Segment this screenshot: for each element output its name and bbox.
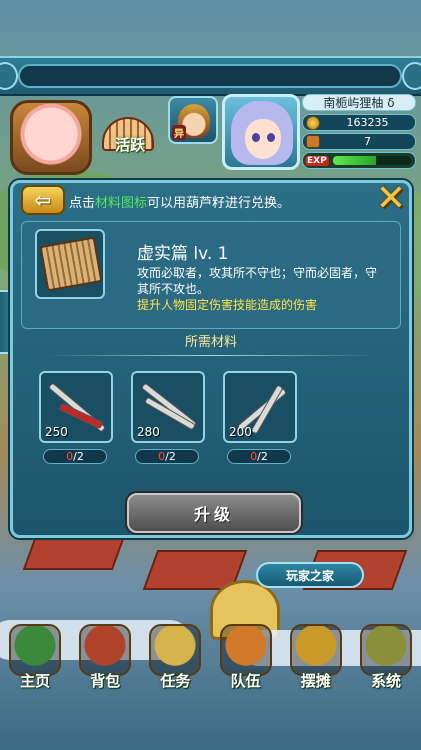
bottom-nav: 主页 背包 任务 队伍 摆摊 系统 <box>0 618 421 698</box>
close-icon: ✕ <box>375 178 407 219</box>
material-qty: 250 <box>45 425 68 439</box>
exp-track <box>332 156 411 165</box>
nav-system[interactable]: 系统 <box>351 618 421 698</box>
material-item[interactable]: 200 0/2 <box>223 371 297 464</box>
top-bar-ornament-right <box>402 62 421 90</box>
upgrade-button[interactable]: 升级 <box>127 493 301 533</box>
nav-stall[interactable]: 摆摊 <box>281 618 351 698</box>
scroll-icon <box>149 624 202 676</box>
avatar-eye-right <box>267 133 275 142</box>
gourd-event-button[interactable] <box>10 100 92 175</box>
exchange-hint: 点击材料图标可以用葫芦籽进行兑换。 <box>69 192 290 211</box>
exp-fill <box>332 156 376 165</box>
top-bar-slot <box>18 64 402 88</box>
nav-label: 主页 <box>20 672 51 690</box>
material-qty: 200 <box>229 425 252 439</box>
material-slot-daggers[interactable]: 200 <box>223 371 297 443</box>
top-bar <box>0 56 421 96</box>
gold-value: 163235 <box>346 116 389 129</box>
top-bar-ornament-left <box>0 62 18 90</box>
material-need: /2 <box>257 450 268 463</box>
exp-bar: EXP <box>302 152 416 169</box>
avatar-face <box>245 119 281 159</box>
dagger-icon <box>238 388 286 431</box>
material-count: 0/2 <box>135 449 199 464</box>
material-count: 0/2 <box>227 449 291 464</box>
nav-label: 任务 <box>160 672 191 690</box>
material-count: 0/2 <box>43 449 107 464</box>
bamboo-scroll-icon <box>39 236 103 292</box>
nav-label: 摆摊 <box>300 672 331 690</box>
back-button[interactable]: ⇦ <box>21 185 65 215</box>
coin-stall-icon <box>289 624 342 676</box>
player-info-panel: 南栀屿狸柚 δ 163235 7 EXP <box>302 92 418 169</box>
bag-row: 7 <box>302 133 416 150</box>
skill-upgrade-dialog: ⇦ 点击材料图标可以用葫芦籽进行兑换。 ✕ 虚实篇 lv. 1 攻而必取者，攻其… <box>10 180 412 538</box>
pet-portrait-button[interactable]: 异 <box>168 96 218 144</box>
material-item[interactable]: 250 0/2 <box>39 371 113 464</box>
avatar-eye-left <box>252 133 260 142</box>
coin-icon <box>306 115 320 130</box>
material-slot-swords[interactable]: 280 <box>131 371 205 443</box>
activity-label: 活跃 <box>114 136 145 154</box>
nav-team[interactable]: 队伍 <box>211 618 281 698</box>
material-need: /2 <box>73 450 84 463</box>
player-avatar[interactable] <box>222 94 300 170</box>
nav-home[interactable]: 主页 <box>0 618 70 698</box>
nav-label: 队伍 <box>230 672 261 690</box>
skill-description: 攻而必取者，攻其所不守也；守而必固者，守其所不攻也。 <box>137 266 378 296</box>
gear-icon <box>359 624 412 676</box>
required-divider <box>46 355 376 356</box>
material-need: /2 <box>165 450 176 463</box>
team-icon <box>219 624 272 676</box>
skill-effect: 提升人物固定伤害技能造成的伤害 <box>137 298 318 312</box>
nav-quest[interactable]: 任务 <box>140 618 210 698</box>
hint-highlight: 材料图标 <box>95 196 148 211</box>
bag-value: 7 <box>364 135 371 148</box>
material-item[interactable]: 280 0/2 <box>131 371 205 464</box>
player-home-button[interactable]: 玩家之家 <box>256 562 364 588</box>
back-arrow-icon: ⇦ <box>34 188 52 212</box>
material-slot-spear[interactable]: 250 <box>39 371 113 443</box>
skill-book-slot[interactable] <box>35 229 105 299</box>
hint-prefix: 点击 <box>69 196 96 211</box>
nav-bag[interactable]: 背包 <box>70 618 140 698</box>
player-name: 南栀屿狸柚 δ <box>302 94 416 111</box>
exp-label: EXP <box>305 155 329 166</box>
chest-icon <box>79 624 132 676</box>
material-qty: 280 <box>137 425 160 439</box>
dialog-header: ⇦ 点击材料图标可以用葫芦籽进行兑换。 ✕ <box>13 181 409 217</box>
house-icon <box>9 624 61 676</box>
nav-label: 背包 <box>90 672 121 690</box>
hint-suffix: 可以用葫芦籽进行兑换。 <box>147 196 291 211</box>
gold-row: 163235 <box>302 114 416 131</box>
close-button[interactable]: ✕ <box>373 181 409 217</box>
required-materials-title: 所需材料 <box>184 335 237 350</box>
nav-label: 系统 <box>370 672 401 690</box>
bag-icon <box>306 135 320 148</box>
skill-name: 虚实篇 lv. 1 <box>137 244 229 264</box>
pet-tag: 异 <box>172 125 186 140</box>
